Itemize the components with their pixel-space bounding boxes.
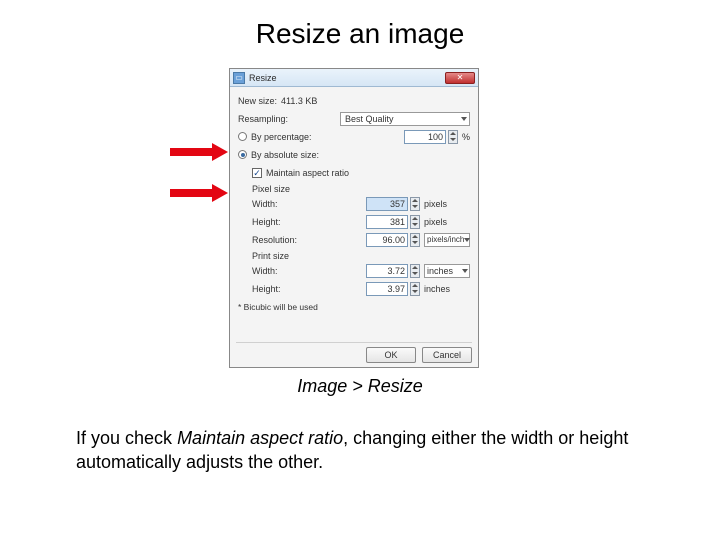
by-absolute-row: By absolute size: <box>238 147 470 162</box>
resampling-select[interactable]: Best Quality <box>340 112 470 126</box>
pixel-width-spinner[interactable] <box>410 197 420 211</box>
resolution-input[interactable]: 96.00 <box>366 233 408 247</box>
print-width-input[interactable]: 3.72 <box>366 264 408 278</box>
resolution-label: Resolution: <box>252 235 312 245</box>
print-height-unit: inches <box>424 284 470 294</box>
pixel-height-unit: pixels <box>424 217 470 227</box>
pointer-arrow-1 <box>170 145 228 159</box>
new-size-value: 411.3 KB <box>281 96 317 106</box>
print-width-row: Width: 3.72 inches <box>252 263 470 278</box>
new-size-label: New size: <box>238 96 277 106</box>
explainer-paragraph: If you check Maintain aspect ratio, chan… <box>76 426 644 475</box>
resolution-spinner[interactable] <box>410 233 420 247</box>
print-size-section: Print size <box>252 251 470 261</box>
resolution-unit-select[interactable]: pixels/inch <box>424 233 470 247</box>
radio-by-absolute[interactable] <box>238 150 247 159</box>
pixel-height-input[interactable]: 381 <box>366 215 408 229</box>
maintain-aspect-checkbox[interactable]: ✓ <box>252 168 262 178</box>
chevron-down-icon <box>464 238 470 242</box>
resolution-unit: pixels/inch <box>427 235 464 244</box>
print-height-input[interactable]: 3.97 <box>366 282 408 296</box>
print-width-unit: inches <box>427 266 453 276</box>
pixel-height-row: Height: 381 pixels <box>252 214 470 229</box>
close-button[interactable]: ✕ <box>445 72 475 84</box>
pixel-width-row: Width: 357 pixels <box>252 196 470 211</box>
dialog-title: Resize <box>249 73 277 83</box>
chevron-down-icon <box>461 117 467 121</box>
by-percentage-row: By percentage: 100 % <box>238 129 470 144</box>
resampling-value: Best Quality <box>345 114 394 124</box>
maintain-aspect-row: ✓ Maintain aspect ratio <box>252 165 470 180</box>
ok-button[interactable]: OK <box>366 347 416 363</box>
percentage-input[interactable]: 100 <box>404 130 446 144</box>
print-width-unit-select[interactable]: inches <box>424 264 470 278</box>
by-percentage-label: By percentage: <box>251 132 312 142</box>
resampling-row: Resampling: Best Quality <box>238 111 470 126</box>
footnote: * Bicubic will be used <box>238 302 470 312</box>
print-width-spinner[interactable] <box>410 264 420 278</box>
print-height-row: Height: 3.97 inches <box>252 281 470 296</box>
maintain-aspect-label: Maintain aspect ratio <box>266 168 349 178</box>
pixel-height-spinner[interactable] <box>410 215 420 229</box>
print-width-label: Width: <box>252 266 312 276</box>
new-size-row: New size: 411.3 KB <box>238 93 470 108</box>
dialog-titlebar: ▭ Resize ✕ <box>230 69 478 87</box>
resize-dialog: ▭ Resize ✕ New size: 411.3 KB Resampling… <box>229 68 479 368</box>
pixel-width-input[interactable]: 357 <box>366 197 408 211</box>
width-label: Width: <box>252 199 312 209</box>
cancel-button[interactable]: Cancel <box>422 347 472 363</box>
pixel-width-unit: pixels <box>424 199 470 209</box>
percentage-unit: % <box>462 132 470 142</box>
dialog-icon: ▭ <box>233 72 245 84</box>
print-height-label: Height: <box>252 284 312 294</box>
pixel-size-section: Pixel size <box>252 184 470 194</box>
pointer-arrow-2 <box>170 186 228 200</box>
by-absolute-label: By absolute size: <box>251 150 319 160</box>
resampling-label: Resampling: <box>238 114 288 124</box>
resolution-row: Resolution: 96.00 pixels/inch <box>252 232 470 247</box>
dialog-caption: Image > Resize <box>0 376 720 397</box>
percentage-spinner[interactable] <box>448 130 458 144</box>
chevron-down-icon <box>462 269 468 273</box>
height-label: Height: <box>252 217 312 227</box>
slide-title: Resize an image <box>0 18 720 50</box>
button-bar: OK Cancel <box>236 342 472 363</box>
print-height-spinner[interactable] <box>410 282 420 296</box>
paragraph-pre: If you check <box>76 428 177 448</box>
paragraph-em: Maintain aspect ratio <box>177 428 343 448</box>
radio-by-percentage[interactable] <box>238 132 247 141</box>
